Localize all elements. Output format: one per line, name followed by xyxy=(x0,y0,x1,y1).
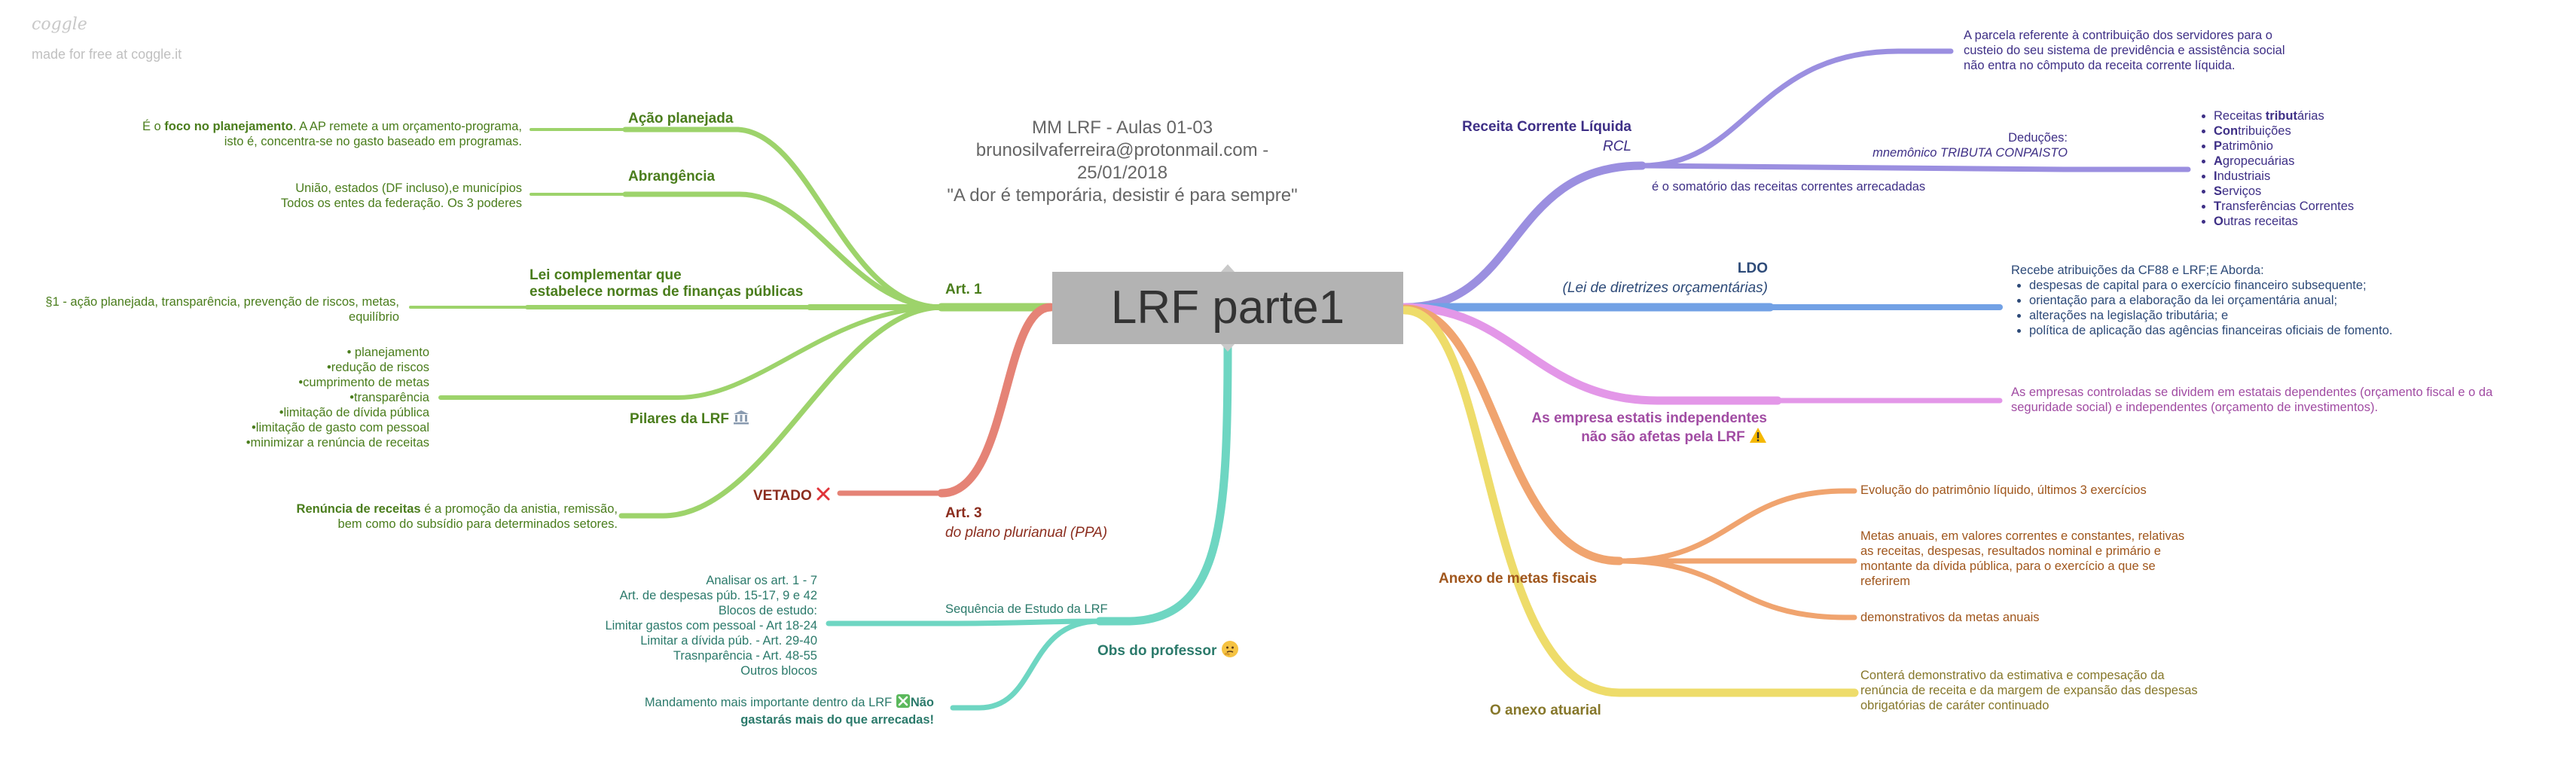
header-title: MM LRF - Aulas 01-03 xyxy=(1031,117,1213,138)
art3-subtitle: do plano plurianual (PPA) xyxy=(945,525,1108,541)
receita-item: Industriais xyxy=(2214,169,2354,184)
pilar-item: •limitação de gasto com pessoal xyxy=(252,421,429,434)
note-anexo-atuarial: Conterá demonstrativo da estimativa e co… xyxy=(1860,669,2198,712)
node-obs-professor[interactable]: Obs do professor xyxy=(1097,640,1239,663)
header-email: brunosilvaferreira@protonmail.com - 25/0… xyxy=(975,140,1269,183)
note-evolucao-patrimonio: Evolução do patrimônio líquido, últimos … xyxy=(1860,483,2147,497)
pilar-item: •minimizar a renúncia de receitas xyxy=(246,436,429,450)
note-abrangencia: União, estados (DF incluso),e municípios… xyxy=(280,181,522,210)
pilar-item: •limitação de dívida pública xyxy=(279,406,429,419)
ldo-intro: Recebe atribuições da CF88 e LRF;E Abord… xyxy=(2011,264,2264,277)
sequencia-item: Limitar gastos com pessoal - Art 18-24 xyxy=(605,619,817,632)
note-mandamento: Mandamento mais importante dentro da LRF… xyxy=(527,693,934,727)
sequencia-item: Trasnparência - Art. 48-55 xyxy=(673,649,817,663)
node-sequencia-estudo[interactable]: Sequência de Estudo da LRF xyxy=(945,602,1108,617)
list-sequencia-estudo: Analisar os art. 1 - 7 Art. de despesas … xyxy=(527,573,817,678)
deducoes-mnemonico: mnemônico TRIBUTA CONPAISTO xyxy=(1872,146,2068,160)
header-quote: "A dor é temporária, desistir é para sem… xyxy=(947,185,1298,206)
note-acao-planejada: É o foco no planejamento. A AP remete a … xyxy=(142,120,522,148)
collapse-down-handle[interactable] xyxy=(1221,344,1235,352)
red-x-icon xyxy=(816,486,831,506)
sequencia-item: Outros blocos xyxy=(740,664,817,678)
node-art3[interactable]: Art. 3 xyxy=(945,505,982,522)
note-lei-complementar: §1 - ação planejada, transparência, prev… xyxy=(45,295,399,324)
map-header: MM LRF - Aulas 01-03 brunosilvaferreira@… xyxy=(934,117,1311,207)
pilar-item: •redução de riscos xyxy=(326,361,429,374)
sequencia-item: Limitar a dívida púb. - Art. 29-40 xyxy=(640,634,817,648)
node-anexo-metas[interactable]: Anexo de metas fiscais xyxy=(1439,571,1597,587)
ldo-item: orientação para a elaboração da lei orça… xyxy=(2029,293,2392,308)
receita-item: Patrimônio xyxy=(2214,139,2354,154)
green-x-box-icon xyxy=(896,693,911,712)
node-vetado[interactable]: VETADO xyxy=(753,486,831,506)
node-anexo-atuarial[interactable]: O anexo atuarial xyxy=(1490,703,1601,719)
node-pilares[interactable]: Pilares da LRF xyxy=(630,410,749,429)
node-acao-planejada[interactable]: Ação planejada xyxy=(628,111,733,127)
sequencia-item: Blocos de estudo: xyxy=(718,604,817,617)
warning-icon xyxy=(1749,427,1767,448)
pilar-item: •cumprimento de metas xyxy=(298,376,429,389)
note-metas-anuais: Metas anuais, em valores correntes e con… xyxy=(1860,529,2185,588)
sequencia-item: Analisar os art. 1 - 7 xyxy=(706,574,817,587)
sequencia-item: Art. de despesas púb. 15-17, 9 e 42 xyxy=(619,589,817,602)
made-for-free-link[interactable]: made for free at coggle.it xyxy=(32,47,182,62)
list-pilares: • planejamento •redução de riscos •cumpr… xyxy=(211,345,429,450)
node-art1[interactable]: Art. 1 xyxy=(945,282,982,298)
list-rcl-receitas: Receitas tributárias Contribuições Patri… xyxy=(2196,108,2354,229)
coggle-logo[interactable]: coggle xyxy=(32,15,87,34)
node-ldo[interactable]: LDO xyxy=(1582,261,1768,277)
rcl-subtitle: RCL xyxy=(1602,139,1631,154)
pilar-item: • planejamento xyxy=(346,346,429,359)
note-estatais: As empresas controladas se dividem em es… xyxy=(2011,386,2493,414)
ldo-subtitle: (Lei de diretrizes orçamentárias) xyxy=(1562,280,1768,296)
magenta-branches xyxy=(1400,303,2003,405)
note-rcl-definicao: é o somatório das receitas correntes arr… xyxy=(1652,180,1926,194)
ldo-item: política de aplicação das agências finan… xyxy=(2029,323,2392,338)
node-rcl[interactable]: Receita Corrente Líquida xyxy=(1401,119,1631,136)
ldo-item: alterações na legislação tributária; e xyxy=(2029,308,2392,323)
thinking-face-icon xyxy=(1221,640,1239,663)
receita-item: Transferências Correntes xyxy=(2214,199,2354,214)
note-renuncia-receitas[interactable]: Renúncia de receitas é a promoção da ani… xyxy=(166,501,618,532)
pilar-item: •transparência xyxy=(349,391,429,404)
node-lei-complementar[interactable]: Lei complementar que estabelece normas d… xyxy=(530,267,803,300)
node-abrangencia[interactable]: Abrangência xyxy=(628,169,715,185)
note-demonstrativos: demonstrativos da metas anuais xyxy=(1860,611,2040,624)
receita-item: Contribuições xyxy=(2214,123,2354,139)
receita-item: Serviços xyxy=(2214,184,2354,199)
receita-item: Outras receitas xyxy=(2214,214,2354,229)
note-rcl-parcela: A parcela referente à contribuição dos s… xyxy=(1964,29,2285,72)
collapse-up-handle[interactable] xyxy=(1221,264,1235,272)
node-deducoes[interactable]: Deduções: xyxy=(1845,130,2068,145)
node-estatais[interactable]: As empresa estatis independentes não são… xyxy=(1431,410,1767,448)
list-ldo: Recebe atribuições da CF88 e LRF;E Abord… xyxy=(2011,263,2392,338)
central-node[interactable]: LRF parte1 xyxy=(1052,272,1403,344)
receita-item: Agropecuárias xyxy=(2214,154,2354,169)
ldo-item: despesas de capital para o exercício fin… xyxy=(2029,278,2392,293)
bank-icon xyxy=(733,410,749,429)
receita-item: Receitas tributárias xyxy=(2214,108,2354,123)
